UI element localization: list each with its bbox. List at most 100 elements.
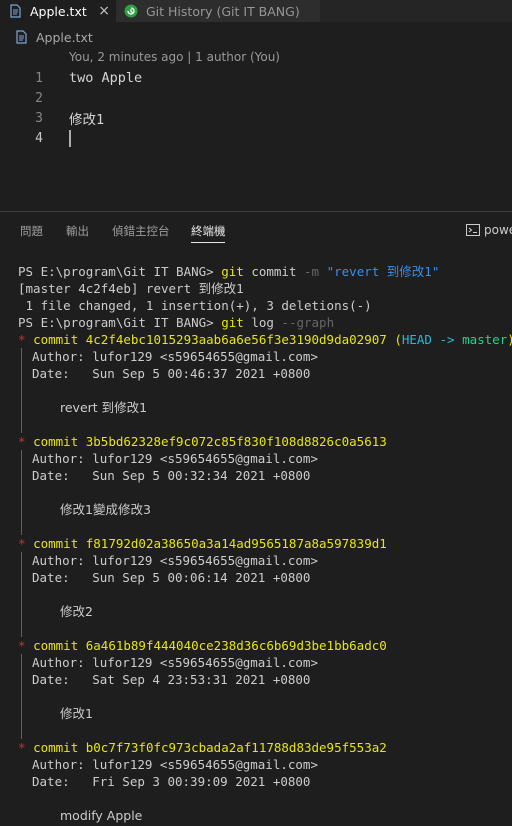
close-icon[interactable]: × xyxy=(98,3,110,19)
editor-line[interactable]: 1 two Apple xyxy=(0,68,512,88)
command-flag: -m xyxy=(304,264,320,279)
graph-spacer xyxy=(18,620,512,637)
graph-spacer xyxy=(18,382,512,399)
graph-line xyxy=(21,569,22,586)
graph-node: * xyxy=(18,434,26,449)
graph-line xyxy=(21,603,22,620)
commit-message: 修改1 xyxy=(18,705,512,722)
commit-message: 修改2 xyxy=(18,603,512,620)
panel-tab-bar: 問題 輸出 偵錯主控台 終端機 xyxy=(0,212,512,248)
command-sub: log xyxy=(251,315,274,330)
graph-line xyxy=(21,688,22,705)
graph-line xyxy=(21,654,22,671)
graph-spacer xyxy=(18,688,512,705)
commit-date: Date: Sun Sep 5 00:46:37 2021 +0800 xyxy=(18,365,512,382)
tab-output[interactable]: 輸出 xyxy=(66,223,89,239)
command-git: git xyxy=(221,315,244,330)
tab-label: Apple.txt xyxy=(30,3,87,19)
codelens-blame[interactable]: You, 2 minutes ago | 1 author (You) xyxy=(69,50,280,64)
graph-line xyxy=(21,722,22,739)
graph-node: * xyxy=(18,740,26,755)
editor-tab-bar: Apple.txt × Git History (Git IT BANG) xyxy=(0,0,512,22)
graph-spacer xyxy=(18,416,512,433)
graph-spacer xyxy=(18,790,512,807)
editor-line[interactable]: 2 xyxy=(0,88,512,108)
graph-line xyxy=(21,501,22,518)
terminal-selector-label[interactable]: powe xyxy=(484,223,512,237)
text-cursor xyxy=(69,130,71,147)
graph-spacer xyxy=(18,586,512,603)
graph-node: * xyxy=(18,638,26,653)
line-text[interactable]: 修改1 xyxy=(69,108,104,128)
commit-author: Author: lufor129 <s59654655@gmail.com> xyxy=(18,654,512,671)
tab-label: Git History (Git IT BANG) xyxy=(146,3,300,19)
line-text[interactable]: two Apple xyxy=(69,70,142,86)
commit-message: revert 到修改1 xyxy=(18,399,512,416)
tab-git-history[interactable]: Git History (Git IT BANG) xyxy=(116,0,320,22)
terminal-line: PS E:\program\Git IT BANG> git log --gra… xyxy=(18,314,512,331)
graph-line xyxy=(21,620,22,637)
graph-node: * xyxy=(18,536,26,551)
tab-apple-txt[interactable]: Apple.txt × xyxy=(0,0,116,22)
tab-debug-console[interactable]: 偵錯主控台 xyxy=(112,223,170,239)
graph-spacer xyxy=(18,518,512,535)
commit-author: Author: lufor129 <s59654655@gmail.com> xyxy=(18,450,512,467)
editor-line[interactable]: 3 修改1 xyxy=(0,108,512,129)
graph-line xyxy=(21,518,22,535)
file-text-icon xyxy=(14,30,28,44)
graph-line xyxy=(21,365,22,382)
terminal-line: 1 file changed, 1 insertion(+), 3 deleti… xyxy=(18,298,372,313)
commit-author: Author: lufor129 <s59654655@gmail.com> xyxy=(32,757,318,772)
graph-line xyxy=(21,671,22,688)
commit-hash: commit 4c2f4ebc1015293aab6a6e56f3e3190d9… xyxy=(33,332,387,347)
graph-spacer xyxy=(18,722,512,739)
graph-line xyxy=(21,586,22,603)
graph-line xyxy=(21,705,22,722)
commit-hash-line: * commit 4c2f4ebc1015293aab6a6e56f3e3190… xyxy=(18,332,512,347)
terminal-selector[interactable]: powe xyxy=(466,222,512,238)
editor-line-current[interactable]: 4 xyxy=(0,128,512,148)
commit-date: Date: Sun Sep 5 00:32:34 2021 +0800 xyxy=(18,467,512,484)
commit-hash-line: * commit f81792d02a38650a3a14ad9565187a8… xyxy=(18,535,512,552)
command-sub: commit xyxy=(251,264,297,279)
terminal-icon xyxy=(466,223,480,237)
graph-spacer xyxy=(18,484,512,501)
terminal-line: [master 4c2f4eb] revert 到修改1 xyxy=(18,281,244,296)
command-git: git xyxy=(221,264,244,279)
line-number: 4 xyxy=(35,130,43,146)
commit-message: 修改1變成修改3 xyxy=(18,501,512,518)
commit-hash-line: * commit b0c7f73f0fc973cbada2af11788d83d… xyxy=(18,739,512,756)
git-history-icon xyxy=(124,4,138,18)
commit-date: Date: Fri Sep 3 00:39:09 2021 +0800 xyxy=(32,774,311,789)
command-message: "revert 到修改1" xyxy=(326,264,440,279)
commit-author: Author: lufor129 <s59654655@gmail.com> xyxy=(18,348,512,365)
graph-line xyxy=(21,484,22,501)
breadcrumb[interactable]: Apple.txt xyxy=(14,28,93,46)
graph-line xyxy=(21,416,22,433)
commit-hash: commit b0c7f73f0fc973cbada2af11788d83de9… xyxy=(33,740,387,755)
graph-line xyxy=(21,382,22,399)
branch-name: master xyxy=(462,332,508,347)
line-number: 3 xyxy=(35,110,43,126)
terminal-output[interactable]: PS E:\program\Git IT BANG> git commit -m… xyxy=(18,263,512,824)
graph-line xyxy=(21,450,22,467)
commit-message: modify Apple xyxy=(60,808,143,823)
commit-hash: commit 3b5bd62328ef9c072c85f830f108d8826… xyxy=(33,434,387,449)
breadcrumb-file[interactable]: Apple.txt xyxy=(36,30,93,45)
command-flag: --graph xyxy=(281,315,335,330)
tab-problems[interactable]: 問題 xyxy=(20,223,43,239)
tab-terminal[interactable]: 終端機 xyxy=(191,223,226,239)
commit-author: Author: lufor129 <s59654655@gmail.com> xyxy=(18,552,512,569)
commit-date: Date: Sun Sep 5 00:06:14 2021 +0800 xyxy=(18,569,512,586)
line-number: 2 xyxy=(35,90,43,106)
graph-line xyxy=(21,399,22,416)
graph-line xyxy=(21,467,22,484)
graph-line xyxy=(21,348,22,365)
line-number: 1 xyxy=(35,70,43,86)
prompt: PS E:\program\Git IT BANG> xyxy=(18,315,214,330)
commit-date: Date: Sat Sep 4 23:53:31 2021 +0800 xyxy=(18,671,512,688)
commit-hash-line: * commit 6a461b89f444040ce238d36c6b69d3b… xyxy=(18,637,512,654)
file-text-icon xyxy=(8,4,22,18)
graph-node: * xyxy=(18,332,26,347)
commit-hash-line: * commit 3b5bd62328ef9c072c85f830f108d88… xyxy=(18,433,512,450)
